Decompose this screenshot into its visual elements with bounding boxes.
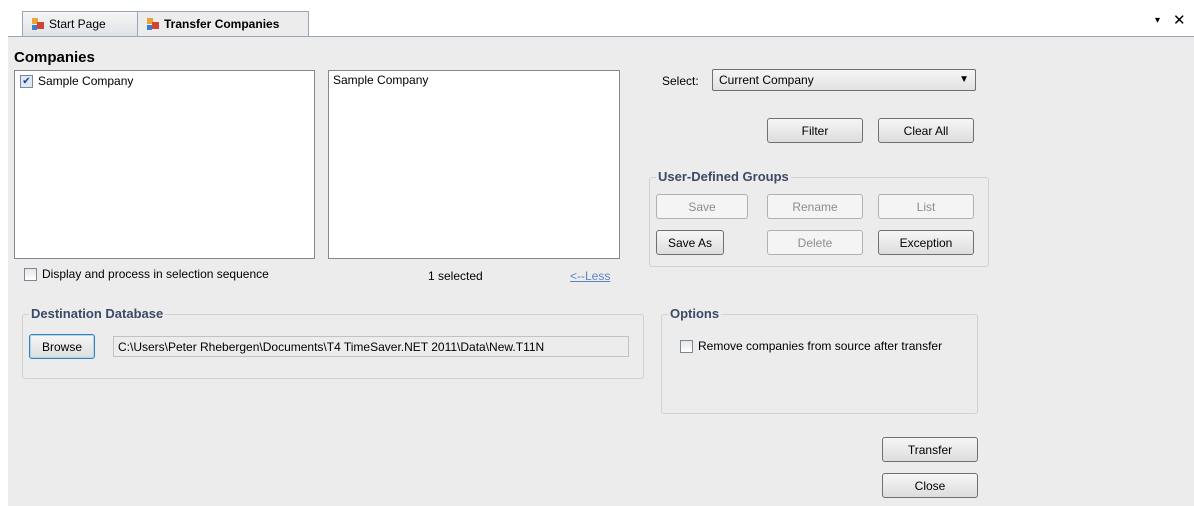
rename-group-button[interactable]: Rename bbox=[767, 194, 863, 219]
dropdown-arrow-icon[interactable]: ▼ bbox=[959, 74, 969, 85]
destination-path-field[interactable]: C:\Users\Peter Rhebergen\Documents\T4 Ti… bbox=[113, 336, 629, 357]
tab-start-page[interactable]: Start Page bbox=[22, 11, 142, 36]
clear-all-button[interactable]: Clear All bbox=[878, 118, 974, 143]
group-title: Destination Database bbox=[29, 306, 166, 321]
checkbox-label: Display and process in selection sequenc… bbox=[42, 267, 269, 281]
select-label: Select: bbox=[662, 74, 699, 88]
checkbox-checked-icon[interactable]: ✔ bbox=[20, 74, 33, 88]
selection-sequence-option[interactable]: Display and process in selection sequenc… bbox=[24, 267, 269, 281]
tab-label: Start Page bbox=[49, 17, 106, 31]
page-icon bbox=[147, 18, 159, 30]
browse-button[interactable]: Browse bbox=[29, 334, 95, 359]
tab-menu-dropdown-icon[interactable]: ▾ bbox=[1155, 15, 1160, 26]
company-name: Sample Company bbox=[38, 74, 134, 88]
document-tabstrip: Start Page Transfer Companies ▾ ✕ bbox=[0, 0, 1194, 36]
tab-transfer-companies[interactable]: Transfer Companies bbox=[137, 11, 309, 36]
close-icon[interactable]: ✕ bbox=[1173, 11, 1186, 29]
company-name: Sample Company bbox=[333, 73, 429, 87]
save-as-group-button[interactable]: Save As bbox=[656, 230, 724, 255]
less-link[interactable]: <--Less bbox=[570, 269, 610, 283]
select-dropdown[interactable]: Current Company ▼ bbox=[712, 69, 976, 91]
transfer-companies-panel: Companies ✔ Sample Company Sample Compan… bbox=[8, 36, 1194, 506]
companies-heading: Companies bbox=[14, 49, 95, 66]
checkbox-unchecked-icon[interactable] bbox=[24, 267, 37, 281]
destination-database: Destination Database Browse C:\Users\Pet… bbox=[22, 306, 644, 379]
remove-companies-option[interactable]: Remove companies from source after trans… bbox=[680, 339, 942, 353]
group-title: Options bbox=[668, 306, 722, 321]
options-group: Options Remove companies from source aft… bbox=[661, 306, 978, 414]
checkbox-unchecked-icon[interactable] bbox=[680, 339, 693, 353]
list-item[interactable]: Sample Company bbox=[329, 71, 619, 87]
select-value: Current Company bbox=[719, 73, 814, 87]
save-group-button[interactable]: Save bbox=[656, 194, 748, 219]
user-defined-groups: User-Defined Groups Save Rename List Sav… bbox=[649, 169, 989, 267]
page-icon bbox=[32, 18, 44, 30]
tab-label: Transfer Companies bbox=[164, 17, 280, 31]
filter-button[interactable]: Filter bbox=[767, 118, 863, 143]
delete-group-button[interactable]: Delete bbox=[767, 230, 863, 255]
source-companies-list[interactable]: ✔ Sample Company bbox=[14, 70, 315, 259]
transfer-button[interactable]: Transfer bbox=[882, 437, 978, 462]
selected-companies-list[interactable]: Sample Company bbox=[328, 70, 620, 259]
close-button[interactable]: Close bbox=[882, 473, 978, 498]
list-group-button[interactable]: List bbox=[878, 194, 974, 219]
group-title: User-Defined Groups bbox=[656, 169, 791, 184]
checkbox-label: Remove companies from source after trans… bbox=[698, 339, 943, 353]
list-item[interactable]: ✔ Sample Company bbox=[15, 71, 314, 88]
selected-count: 1 selected bbox=[428, 269, 483, 283]
exception-group-button[interactable]: Exception bbox=[878, 230, 974, 255]
